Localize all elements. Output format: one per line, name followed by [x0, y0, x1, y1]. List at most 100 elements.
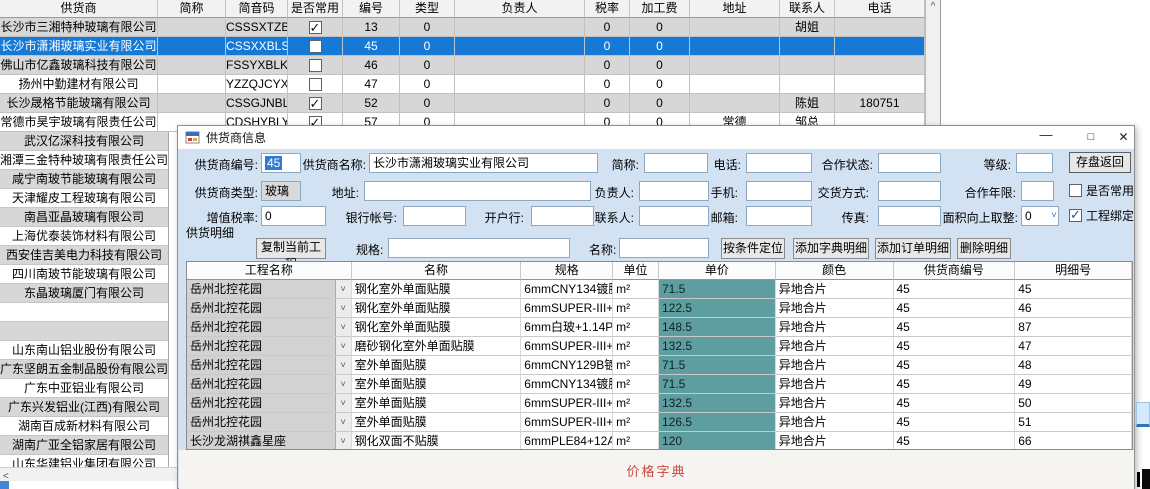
color-cell[interactable]: 异地合片 — [776, 394, 894, 413]
detail-id-cell[interactable]: 48 — [1015, 356, 1132, 375]
list-item[interactable]: 武汉亿深科技有限公司 — [0, 132, 168, 151]
name-cell[interactable]: 室外单面贴膜 — [352, 394, 522, 413]
common-checkbox[interactable] — [309, 40, 322, 53]
add-order-detail-button[interactable]: 添加订单明细 — [875, 238, 951, 259]
name-cell[interactable]: 钢化双面不贴膜 — [352, 432, 522, 450]
detail-grid-row[interactable]: 岳州北控花园˅室外单面贴膜6mmSUPER-III+12A(硅...m²126.… — [187, 413, 1132, 432]
unit-cell[interactable]: m² — [613, 280, 659, 299]
list-item[interactable] — [0, 303, 168, 322]
spec-cell[interactable]: 6mm白玻+1.14PVB+6mm... — [521, 318, 613, 337]
project-bind-checkbox[interactable]: 工程绑定 — [1069, 207, 1134, 224]
price-cell[interactable]: 71.5 — [659, 375, 776, 394]
bank-account-input[interactable] — [403, 206, 466, 226]
name-cell[interactable]: 室外单面贴膜 — [352, 375, 522, 394]
project-combo[interactable]: 岳州北控花园˅ — [187, 299, 352, 318]
unit-cell[interactable]: m² — [613, 318, 659, 337]
list-item[interactable]: 广东中亚铝业有限公司 — [0, 379, 168, 398]
unit-cell[interactable]: m² — [613, 375, 659, 394]
supplier-id-cell[interactable]: 45 — [894, 318, 1016, 337]
minimize-button[interactable]: — — [1031, 126, 1061, 149]
close-button[interactable]: ✕ — [1111, 126, 1136, 149]
save-return-button[interactable]: 存盘返回 — [1069, 152, 1131, 173]
name-cell[interactable]: 钢化室外单面贴膜 — [352, 299, 522, 318]
list-item[interactable] — [0, 322, 168, 341]
price-cell[interactable]: 148.5 — [659, 318, 776, 337]
spec-cell[interactable]: 6mmCNY129B镀膜钢化 — [521, 356, 613, 375]
detail-id-cell[interactable]: 50 — [1015, 394, 1132, 413]
detail-grid-row[interactable]: 岳州北控花园˅磨砂钢化室外单面贴膜6mmSUPER-III+12A(硅...m²… — [187, 337, 1132, 356]
grid-column-header[interactable]: 单价 — [659, 262, 776, 280]
name-cell[interactable]: 钢化室外单面贴膜 — [352, 318, 522, 337]
vat-rate-input[interactable]: 0 — [261, 206, 326, 226]
name-cell[interactable]: 磨砂钢化室外单面贴膜 — [352, 337, 522, 356]
price-cell[interactable]: 71.5 — [659, 356, 776, 375]
email-input[interactable] — [746, 206, 812, 226]
project-combo[interactable]: 岳州北控花园˅ — [187, 356, 352, 375]
project-combo[interactable]: 长沙龙湖祺鑫星座˅ — [187, 432, 352, 450]
list-item[interactable]: 南昌亚晶玻璃有限公司 — [0, 208, 168, 227]
detail-id-cell[interactable]: 49 — [1015, 375, 1132, 394]
unit-cell[interactable]: m² — [613, 432, 659, 450]
column-header[interactable]: 联系人 — [780, 0, 835, 18]
detail-grid-row[interactable]: 岳州北控花园˅钢化室外单面贴膜6mm白玻+1.14PVB+6mm...m²148… — [187, 318, 1132, 337]
name-filter-input[interactable] — [619, 238, 709, 258]
supplier-table-vscrollbar[interactable]: ^ — [925, 0, 940, 131]
spec-filter-input[interactable] — [388, 238, 570, 258]
column-header[interactable]: 地址 — [690, 0, 780, 18]
column-header[interactable]: 加工费 — [630, 0, 690, 18]
detail-grid-row[interactable]: 岳州北控花园˅室外单面贴膜6mmSUPER-III+12A(硅...m²132.… — [187, 394, 1132, 413]
detail-grid-row[interactable]: 长沙龙湖祺鑫星座˅钢化双面不贴膜6mmPLE84+12A(硅酮胶...m²120… — [187, 432, 1132, 450]
list-item[interactable]: 山东南山铝业股份有限公司 — [0, 341, 168, 360]
spec-cell[interactable]: 6mmCNY134镀膜钢化 — [521, 375, 613, 394]
copy-current-project-button[interactable]: 复制当前工程 — [256, 238, 326, 259]
coop-years-input[interactable] — [1021, 181, 1054, 201]
color-cell[interactable]: 异地合片 — [776, 280, 894, 299]
column-header[interactable]: 税率 — [585, 0, 630, 18]
fax-input[interactable] — [878, 206, 941, 226]
spec-cell[interactable]: 6mmSUPER-III+12A(硅... — [521, 394, 613, 413]
name-cell[interactable]: 室外单面贴膜 — [352, 356, 522, 375]
unit-cell[interactable]: m² — [613, 356, 659, 375]
column-header[interactable]: 负责人 — [455, 0, 585, 18]
project-combo[interactable]: 岳州北控花园˅ — [187, 318, 352, 337]
list-item[interactable]: 天津耀皮工程玻璃有限公司 — [0, 189, 168, 208]
detail-grid-row[interactable]: 岳州北控花园˅钢化室外单面贴膜6mmCNY134镀膜钢化m²71.5异地合片45… — [187, 280, 1132, 299]
supplier-row[interactable]: 扬州中勤建材有限公司YZZQJCYXGS47000 — [0, 75, 940, 94]
supplier-type-input[interactable]: 玻璃 — [261, 181, 301, 201]
detail-grid-row[interactable]: 岳州北控花园˅室外单面贴膜6mmCNY134镀膜钢化m²71.5异地合片4549 — [187, 375, 1132, 394]
color-cell[interactable]: 异地合片 — [776, 432, 894, 450]
spec-cell[interactable]: 6mmPLE84+12A(硅酮胶... — [521, 432, 613, 450]
supplier-row[interactable]: 佛山市亿鑫玻璃科技有限公司FSSYXBLKJ...46000 — [0, 56, 940, 75]
supplier-id-cell[interactable]: 45 — [894, 299, 1016, 318]
supplier-id-cell[interactable]: 45 — [894, 280, 1016, 299]
project-combo[interactable]: 岳州北控花园˅ — [187, 394, 352, 413]
project-combo[interactable]: 岳州北控花园˅ — [187, 413, 352, 432]
common-checkbox[interactable] — [309, 59, 322, 72]
project-combo[interactable]: 岳州北控花园˅ — [187, 375, 352, 394]
name-cell[interactable]: 钢化室外单面贴膜 — [352, 280, 522, 299]
supplier-row[interactable]: 长沙市三湘特种玻璃有限公司CSSSXTZBL...13000胡姐 — [0, 18, 940, 37]
unit-cell[interactable]: m² — [613, 394, 659, 413]
maximize-button[interactable]: □ — [1076, 126, 1106, 149]
price-cell[interactable]: 132.5 — [659, 394, 776, 413]
list-item[interactable]: 湖南广亚全铝家居有限公司 — [0, 436, 168, 455]
grade-input[interactable] — [1016, 153, 1053, 173]
address-input[interactable] — [364, 181, 591, 201]
supplier-id-cell[interactable]: 45 — [894, 432, 1016, 450]
color-cell[interactable]: 异地合片 — [776, 337, 894, 356]
often-used-checkbox[interactable]: 是否常用 — [1069, 182, 1134, 199]
area-roundup-dropdown[interactable]: 0 ˅ — [1021, 206, 1059, 226]
common-checkbox[interactable] — [309, 78, 322, 91]
list-item[interactable]: 山东华建铝业集团有限公司 — [0, 455, 168, 467]
price-cell[interactable]: 122.5 — [659, 299, 776, 318]
project-combo[interactable]: 岳州北控花园˅ — [187, 280, 352, 299]
detail-grid-row[interactable]: 岳州北控花园˅室外单面贴膜6mmCNY129B镀膜钢化m²71.5异地合片454… — [187, 356, 1132, 375]
color-cell[interactable]: 异地合片 — [776, 318, 894, 337]
scroll-up-arrow[interactable]: ^ — [926, 0, 940, 14]
supplier-id-cell[interactable]: 45 — [894, 375, 1016, 394]
supplier-name-input[interactable]: 长沙市潇湘玻璃实业有限公司 — [369, 153, 598, 173]
unit-cell[interactable]: m² — [613, 413, 659, 432]
price-cell[interactable]: 120 — [659, 432, 776, 450]
price-cell[interactable]: 71.5 — [659, 280, 776, 299]
grid-column-header[interactable]: 颜色 — [776, 262, 894, 280]
